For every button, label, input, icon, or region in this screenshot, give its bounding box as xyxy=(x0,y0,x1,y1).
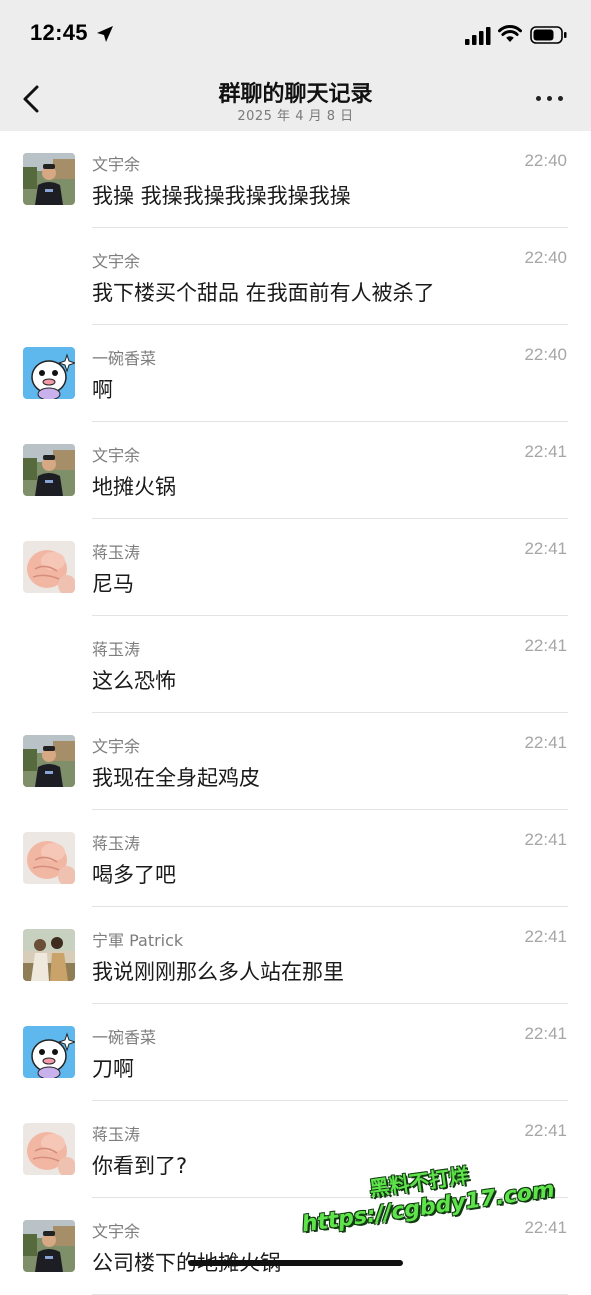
message-time: 22:41 xyxy=(524,636,567,655)
sender-name: 蒋玉涛 xyxy=(92,640,141,659)
message-text: 我下楼买个甜品 在我面前有人被杀了 xyxy=(92,281,435,305)
chat-message[interactable]: 文宇余 22:41 地摊火锅 xyxy=(0,422,591,519)
message-time: 22:41 xyxy=(524,539,567,558)
message-text: 我说刚刚那么多人站在那里 xyxy=(92,960,344,984)
wifi-icon xyxy=(498,25,522,42)
message-text: 尼马 xyxy=(92,572,134,596)
chat-message[interactable]: 一碗香菜 22:41 刀啊 xyxy=(0,1004,591,1101)
message-time: 22:41 xyxy=(524,442,567,461)
avatar[interactable] xyxy=(23,1123,75,1175)
message-text: 地摊火锅 xyxy=(92,475,176,499)
status-bar: 12:45 xyxy=(0,0,591,64)
cellular-signal-icon xyxy=(465,27,491,45)
chat-message[interactable]: 文宇余 22:41 我现在全身起鸡皮 xyxy=(0,713,591,810)
sender-name: 蒋玉涛 xyxy=(92,1125,141,1144)
message-time: 22:40 xyxy=(524,345,567,364)
sender-name: 宁軍 Patrick xyxy=(92,931,184,950)
avatar[interactable] xyxy=(23,929,75,981)
page-title: 群聊的聊天记录 xyxy=(218,82,373,107)
message-text: 喝多了吧 xyxy=(92,863,176,887)
message-text: 你看到了? xyxy=(92,1154,188,1178)
avatar[interactable] xyxy=(23,1220,75,1272)
sender-name: 文宇余 xyxy=(92,737,141,756)
sender-name: 文宇余 xyxy=(92,446,141,465)
chat-message[interactable]: 蒋玉涛 22:41 这么恐怖 xyxy=(0,616,591,713)
sender-name: 文宇余 xyxy=(92,1222,141,1241)
message-time: 22:41 xyxy=(524,830,567,849)
message-time: 22:41 xyxy=(524,927,567,946)
message-time: 22:41 xyxy=(524,733,567,752)
message-time: 22:41 xyxy=(524,1218,567,1237)
location-arrow-icon xyxy=(97,26,113,42)
message-text: 我操 我操我操我操我操我操 xyxy=(92,184,351,208)
message-text: 这么恐怖 xyxy=(92,669,176,693)
page-date: 2025 年 4 月 8 日 xyxy=(237,109,354,124)
chat-message[interactable]: 蒋玉涛 22:41 尼马 xyxy=(0,519,591,616)
avatar[interactable] xyxy=(23,1026,75,1078)
sender-name: 蒋玉涛 xyxy=(92,543,141,562)
message-list: 文宇余 22:40 我操 我操我操我操我操我操 文宇余 22:40 我下楼买个甜品 在我面… xyxy=(0,131,591,1295)
chat-message[interactable]: 宁軍 Patrick 22:41 我说刚刚那么多人站在那里 xyxy=(0,907,591,1004)
message-text: 刀啊 xyxy=(92,1057,134,1081)
avatar[interactable] xyxy=(23,347,75,399)
chat-message[interactable]: 一碗香菜 22:40 啊 xyxy=(0,325,591,422)
more-options-icon[interactable] xyxy=(536,96,566,106)
navigation-bar: 群聊的聊天记录 2025 年 4 月 8 日 xyxy=(0,64,591,131)
home-indicator[interactable] xyxy=(188,1260,403,1266)
chat-message[interactable]: 蒋玉涛 22:41 喝多了吧 xyxy=(0,810,591,907)
chat-message[interactable]: 文宇余 22:41 公司楼下的地摊火锅 xyxy=(0,1198,591,1295)
sender-name: 文宇余 xyxy=(92,252,141,271)
avatar[interactable] xyxy=(23,444,75,496)
avatar[interactable] xyxy=(23,541,75,593)
battery-icon xyxy=(530,26,567,44)
message-time: 22:41 xyxy=(524,1121,567,1140)
chat-message[interactable]: 蒋玉涛 22:41 你看到了? xyxy=(0,1101,591,1198)
message-time: 22:41 xyxy=(524,1024,567,1043)
sender-name: 一碗香菜 xyxy=(92,349,157,368)
message-text: 我现在全身起鸡皮 xyxy=(92,766,260,790)
avatar[interactable] xyxy=(23,832,75,884)
avatar[interactable] xyxy=(23,153,75,205)
message-time: 22:40 xyxy=(524,248,567,267)
message-time: 22:40 xyxy=(524,151,567,170)
message-text: 啊 xyxy=(92,378,113,402)
sender-name: 文宇余 xyxy=(92,155,141,174)
chat-message[interactable]: 文宇余 22:40 我操 我操我操我操我操我操 xyxy=(0,131,591,228)
avatar[interactable] xyxy=(23,735,75,787)
sender-name: 一碗香菜 xyxy=(92,1028,157,1047)
chat-message[interactable]: 文宇余 22:40 我下楼买个甜品 在我面前有人被杀了 xyxy=(0,228,591,325)
sender-name: 蒋玉涛 xyxy=(92,834,141,853)
